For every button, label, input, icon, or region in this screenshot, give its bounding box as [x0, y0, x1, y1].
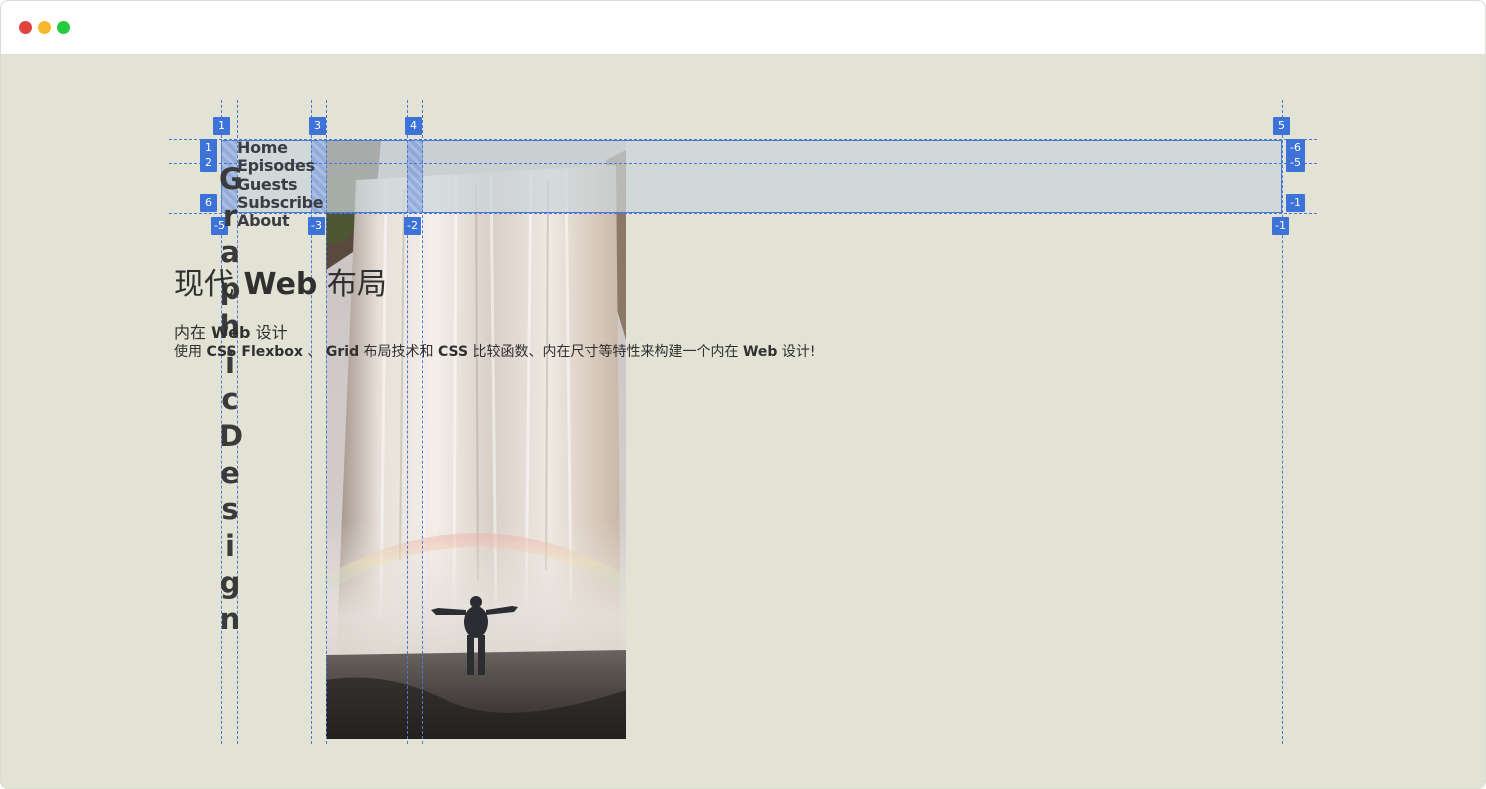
description-text: 使用	[174, 344, 207, 360]
description-bold: CSS	[438, 344, 469, 360]
description-text: 、	[302, 344, 326, 360]
description-text: 布局技术和	[359, 344, 438, 360]
grid-container-overlay	[221, 140, 1282, 213]
page-description: 使用 CSS Flexbox 、 Grid 布局技术和 CSS 比较函数、内在尺…	[174, 341, 816, 361]
page-title-bold: Web	[243, 267, 318, 302]
maximize-window-button[interactable]	[57, 21, 70, 34]
nav-link-about[interactable]: About	[237, 211, 323, 230]
grid-line-number-badge: -2	[404, 217, 421, 235]
description-bold: Web	[742, 344, 778, 360]
grid-column-line	[1282, 100, 1283, 744]
page-title: 现代 Web 布局	[174, 259, 387, 303]
grid-column-line	[326, 100, 327, 744]
main-navigation: Home Episodes Guests Subscribe About	[237, 138, 324, 230]
grid-line-number-badge: -5	[1286, 154, 1305, 172]
grid-column-line	[422, 100, 423, 744]
grid-line-number-badge: 6	[200, 194, 217, 212]
close-window-button[interactable]	[19, 21, 32, 34]
browser-window: 1 3 4 5 -5 -3 -2 -1 1 2 6 -6 -5 -1 Graph…	[0, 0, 1486, 789]
grid-line-number-badge: -1	[1272, 217, 1289, 235]
grid-column-line	[407, 100, 408, 744]
description-text: 比较函数、内在尺寸等特性来构建一个内在	[468, 344, 743, 360]
grid-line-number-badge: 4	[405, 117, 422, 135]
window-titlebar	[1, 1, 1485, 55]
nav-link-subscribe[interactable]: Subscribe	[237, 193, 324, 212]
grid-line-number-badge: 1	[213, 117, 230, 135]
nav-link-home[interactable]: Home	[237, 138, 323, 157]
page-title-text: 布局	[317, 267, 387, 302]
grid-line-number-badge: 5	[1273, 117, 1290, 135]
page-subtitle: 内在 Web 设计	[174, 319, 288, 343]
grid-row-line	[169, 163, 1317, 164]
subtitle-bold: Web	[211, 323, 251, 342]
description-bold: Grid	[325, 344, 360, 360]
subtitle-text: 内在	[174, 323, 212, 342]
description-bold: CSS Flexbox	[206, 344, 303, 360]
grid-line-number-badge: 2	[200, 154, 217, 172]
grid-line-number-badge: 3	[309, 117, 326, 135]
grid-row-line	[169, 213, 1317, 214]
waterfall-hero-image	[326, 140, 626, 739]
description-text: 设计!	[777, 344, 816, 360]
nav-link-guests[interactable]: Guests	[237, 175, 323, 194]
site-logo[interactable]: GraphicDesign	[219, 161, 243, 638]
subtitle-text: 设计	[250, 323, 288, 342]
nav-link-episodes[interactable]: Episodes	[237, 156, 323, 175]
minimize-window-button[interactable]	[38, 21, 51, 34]
page-title-text: 现代	[174, 267, 244, 302]
grid-gap-track	[407, 140, 423, 213]
grid-line-number-badge: -1	[1286, 194, 1305, 212]
grid-row-line	[169, 139, 1317, 140]
